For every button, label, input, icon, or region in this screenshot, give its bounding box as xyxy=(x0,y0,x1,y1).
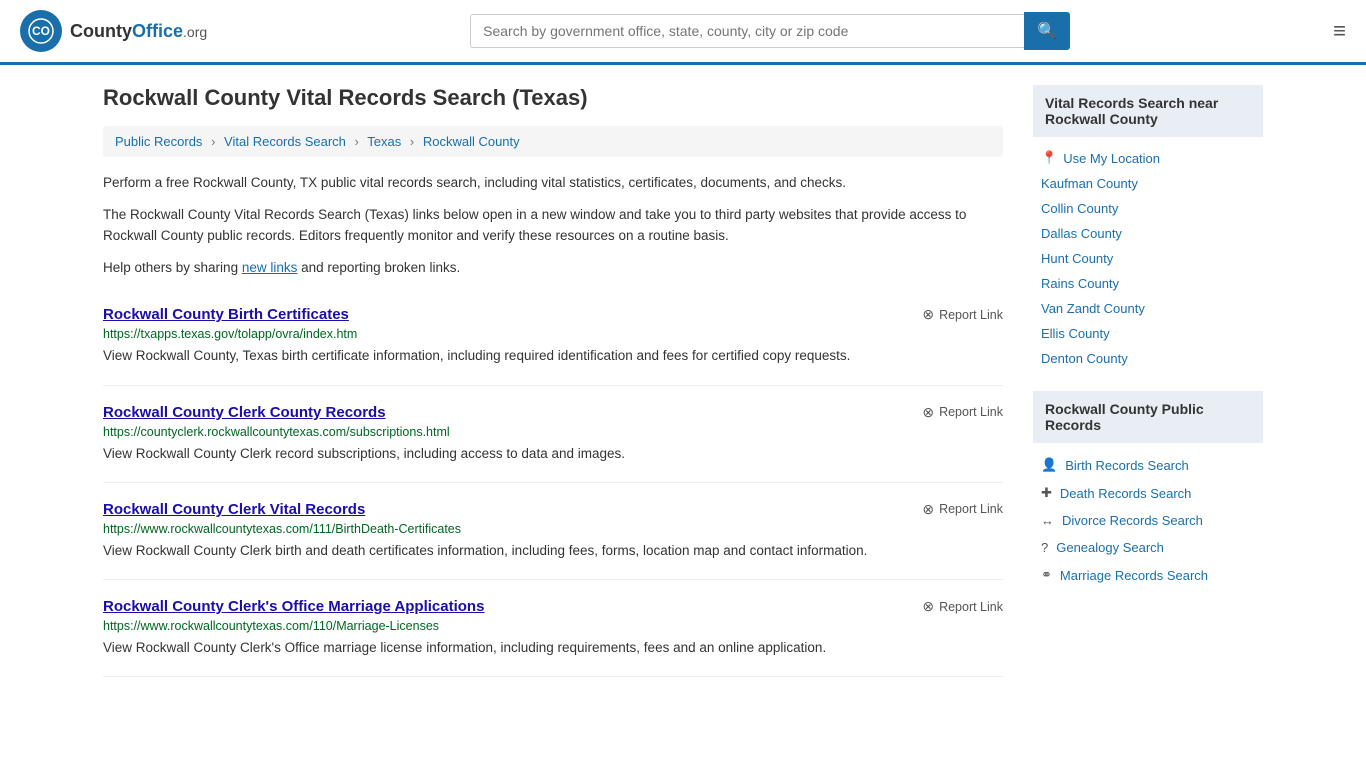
results-list: Rockwall County Birth Certificates ⊗ Rep… xyxy=(103,288,1003,677)
report-icon-2: ⊗ xyxy=(922,404,934,421)
arrows-icon: ↔ xyxy=(1041,513,1054,528)
sidebar-genealogy[interactable]: ? Genealogy Search xyxy=(1033,534,1263,561)
rings-icon: ⚭ xyxy=(1041,567,1052,583)
sidebar-marriage-records[interactable]: ⚭ Marriage Records Search xyxy=(1033,561,1263,589)
breadcrumb-sep-1: › xyxy=(211,134,215,149)
sidebar-kaufman-county[interactable]: Kaufman County xyxy=(1033,171,1263,196)
svg-text:CO: CO xyxy=(32,24,50,38)
page-title: Rockwall County Vital Records Search (Te… xyxy=(103,85,1003,111)
result-item-3: Rockwall County Clerk Vital Records ⊗ Re… xyxy=(103,483,1003,580)
report-icon-1: ⊗ xyxy=(922,306,934,323)
result-header-4: Rockwall County Clerk's Office Marriage … xyxy=(103,598,1003,615)
question-icon: ? xyxy=(1041,540,1048,555)
sidebar-hunt-county[interactable]: Hunt County xyxy=(1033,246,1263,271)
kaufman-county-link[interactable]: Kaufman County xyxy=(1041,176,1138,191)
result-title-2[interactable]: Rockwall County Clerk County Records xyxy=(103,404,386,421)
logo-icon: CO xyxy=(20,10,62,52)
sidebar-public-records-section: Rockwall County Public Records 👤 Birth R… xyxy=(1033,391,1263,589)
header: CO CountyOffice.org 🔍 ≡ xyxy=(0,0,1366,65)
result-desc-4: View Rockwall County Clerk's Office marr… xyxy=(103,638,1003,658)
report-link-1[interactable]: ⊗ Report Link xyxy=(922,306,1003,323)
breadcrumb-vital-records[interactable]: Vital Records Search xyxy=(224,134,346,149)
use-my-location-link[interactable]: Use My Location xyxy=(1063,151,1160,166)
sidebar-dallas-county[interactable]: Dallas County xyxy=(1033,221,1263,246)
result-url-4[interactable]: https://www.rockwallcountytexas.com/110/… xyxy=(103,619,1003,633)
result-desc-2: View Rockwall County Clerk record subscr… xyxy=(103,444,1003,464)
logo-area: CO CountyOffice.org xyxy=(20,10,207,52)
new-links-link[interactable]: new links xyxy=(242,260,298,275)
search-icon: 🔍 xyxy=(1037,23,1057,40)
breadcrumb-texas[interactable]: Texas xyxy=(367,134,401,149)
breadcrumb-sep-3: › xyxy=(410,134,414,149)
report-label-4: Report Link xyxy=(939,600,1003,614)
report-label-2: Report Link xyxy=(939,405,1003,419)
genealogy-link[interactable]: Genealogy Search xyxy=(1056,540,1164,555)
marriage-records-link[interactable]: Marriage Records Search xyxy=(1060,568,1208,583)
result-header-2: Rockwall County Clerk County Records ⊗ R… xyxy=(103,404,1003,421)
van-zandt-county-link[interactable]: Van Zandt County xyxy=(1041,301,1145,316)
result-desc-1: View Rockwall County, Texas birth certif… xyxy=(103,346,1003,366)
report-link-4[interactable]: ⊗ Report Link xyxy=(922,598,1003,615)
report-icon-4: ⊗ xyxy=(922,598,934,615)
dallas-county-link[interactable]: Dallas County xyxy=(1041,226,1122,241)
result-desc-3: View Rockwall County Clerk birth and dea… xyxy=(103,541,1003,561)
sidebar-denton-county[interactable]: Denton County xyxy=(1033,346,1263,371)
divorce-records-link[interactable]: Divorce Records Search xyxy=(1062,513,1203,528)
sidebar-ellis-county[interactable]: Ellis County xyxy=(1033,321,1263,346)
result-url-1[interactable]: https://txapps.texas.gov/tolapp/ovra/ind… xyxy=(103,327,1003,341)
breadcrumb: Public Records › Vital Records Search › … xyxy=(103,126,1003,157)
result-url-2[interactable]: https://countyclerk.rockwallcountytexas.… xyxy=(103,425,1003,439)
result-header-1: Rockwall County Birth Certificates ⊗ Rep… xyxy=(103,306,1003,323)
main-container: Rockwall County Vital Records Search (Te… xyxy=(83,65,1283,697)
breadcrumb-public-records[interactable]: Public Records xyxy=(115,134,202,149)
report-label-3: Report Link xyxy=(939,502,1003,516)
logo-text: CountyOffice.org xyxy=(70,21,207,42)
hamburger-menu-icon[interactable]: ≡ xyxy=(1333,18,1346,44)
sidebar-rains-county[interactable]: Rains County xyxy=(1033,271,1263,296)
result-title-1[interactable]: Rockwall County Birth Certificates xyxy=(103,306,349,323)
logo-svg: CO xyxy=(28,18,54,44)
sidebar-public-records-header: Rockwall County Public Records xyxy=(1033,391,1263,443)
desc-3: Help others by sharing new links and rep… xyxy=(103,257,1003,279)
sidebar-use-location[interactable]: 📍 Use My Location xyxy=(1033,145,1263,171)
breadcrumb-sep-2: › xyxy=(355,134,359,149)
rains-county-link[interactable]: Rains County xyxy=(1041,276,1119,291)
sidebar-nearby-header: Vital Records Search near Rockwall Count… xyxy=(1033,85,1263,137)
search-area: 🔍 xyxy=(470,12,1070,50)
desc-2: The Rockwall County Vital Records Search… xyxy=(103,204,1003,247)
result-item-1: Rockwall County Birth Certificates ⊗ Rep… xyxy=(103,288,1003,385)
sidebar-birth-records[interactable]: 👤 Birth Records Search xyxy=(1033,451,1263,479)
result-item-4: Rockwall County Clerk's Office Marriage … xyxy=(103,580,1003,677)
content-area: Rockwall County Vital Records Search (Te… xyxy=(103,85,1003,677)
result-header-3: Rockwall County Clerk Vital Records ⊗ Re… xyxy=(103,501,1003,518)
result-item-2: Rockwall County Clerk County Records ⊗ R… xyxy=(103,386,1003,483)
death-records-link[interactable]: Death Records Search xyxy=(1060,486,1192,501)
ellis-county-link[interactable]: Ellis County xyxy=(1041,326,1110,341)
search-input[interactable] xyxy=(470,14,1024,48)
report-label-1: Report Link xyxy=(939,308,1003,322)
person-icon: 👤 xyxy=(1041,457,1057,473)
cross-icon: ✚ xyxy=(1041,485,1052,501)
birth-records-link[interactable]: Birth Records Search xyxy=(1065,458,1189,473)
report-link-3[interactable]: ⊗ Report Link xyxy=(922,501,1003,518)
result-url-3[interactable]: https://www.rockwallcountytexas.com/111/… xyxy=(103,522,1003,536)
sidebar-van-zandt-county[interactable]: Van Zandt County xyxy=(1033,296,1263,321)
result-title-4[interactable]: Rockwall County Clerk's Office Marriage … xyxy=(103,598,484,615)
denton-county-link[interactable]: Denton County xyxy=(1041,351,1128,366)
location-pin-icon: 📍 xyxy=(1041,150,1057,166)
sidebar-divorce-records[interactable]: ↔ Divorce Records Search xyxy=(1033,507,1263,534)
sidebar-collin-county[interactable]: Collin County xyxy=(1033,196,1263,221)
result-title-3[interactable]: Rockwall County Clerk Vital Records xyxy=(103,501,365,518)
desc-1: Perform a free Rockwall County, TX publi… xyxy=(103,172,1003,194)
sidebar: Vital Records Search near Rockwall Count… xyxy=(1033,85,1263,677)
breadcrumb-rockwall-county[interactable]: Rockwall County xyxy=(423,134,520,149)
hunt-county-link[interactable]: Hunt County xyxy=(1041,251,1113,266)
report-icon-3: ⊗ xyxy=(922,501,934,518)
sidebar-nearby-section: Vital Records Search near Rockwall Count… xyxy=(1033,85,1263,371)
sidebar-death-records[interactable]: ✚ Death Records Search xyxy=(1033,479,1263,507)
report-link-2[interactable]: ⊗ Report Link xyxy=(922,404,1003,421)
search-button[interactable]: 🔍 xyxy=(1024,12,1070,50)
collin-county-link[interactable]: Collin County xyxy=(1041,201,1118,216)
